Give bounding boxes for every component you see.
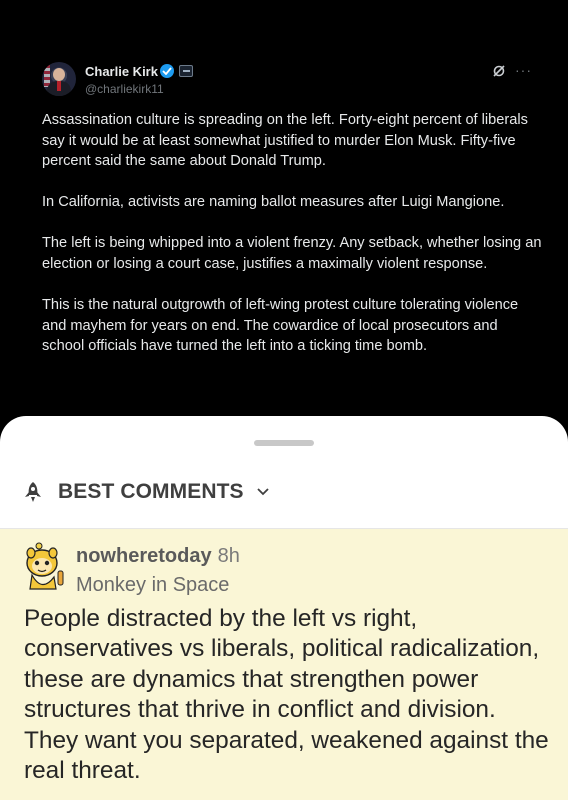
author-handle[interactable]: @charliekirk11 [85,82,164,96]
user-flair: Monkey in Space [76,574,230,596]
comment-username[interactable]: nowheretoday [76,545,212,567]
affiliation-badge-icon[interactable] [179,65,193,77]
grok-icon[interactable] [492,64,506,78]
verified-icon [160,64,174,78]
tweet-header: Charlie Kirk @charliekirk11 ··· [42,62,532,98]
comment-author[interactable]: nowheretoday 8h [76,545,240,568]
tweet-paragraph: This is the natural outgrowth of left-wi… [42,297,519,355]
sheet-drag-handle[interactable] [254,440,314,446]
section-title: BEST COMMENTS [58,480,244,503]
tweet-paragraph: The left is being whipped into a violent… [42,235,542,272]
rocket-icon [25,482,41,502]
best-comments-sort[interactable]: BEST COMMENTS [22,478,270,506]
chevron-down-icon[interactable] [256,487,270,497]
author-name[interactable]: Charlie Kirk [85,64,158,79]
more-icon[interactable]: ··· [515,62,532,78]
comment-text: People distracted by the left vs right, … [24,605,549,785]
tweet-paragraph: Assassination culture is spreading on th… [42,112,528,170]
comments-sheet: BEST COMMENTS nowheretoday 8h Monkey in S… [0,416,568,800]
tweet-paragraph: In California, activists are naming ball… [42,194,505,211]
author-avatar[interactable] [42,62,76,96]
user-avatar[interactable] [22,541,68,593]
tweet-screenshot: Charlie Kirk @charliekirk11 ··· Assassin… [0,0,568,440]
comment-item[interactable]: nowheretoday 8h Monkey in Space People di… [0,529,568,800]
tweet-text: Assassination culture is spreading on th… [42,110,542,377]
comment-time: 8h [217,545,240,567]
